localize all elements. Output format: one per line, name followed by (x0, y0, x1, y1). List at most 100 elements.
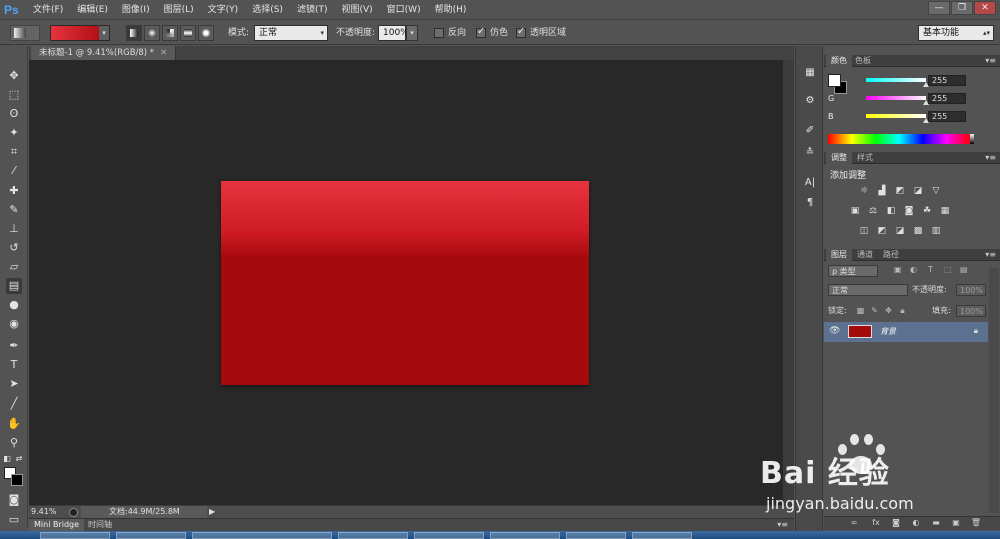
menu-help[interactable]: 帮助(H) (428, 0, 474, 20)
vibrance-icon[interactable]: ▽ (930, 186, 942, 197)
green-slider[interactable] (866, 96, 926, 100)
color-fg-swatch[interactable] (828, 74, 841, 87)
history-brush-tool-icon[interactable]: ↺ (6, 240, 22, 256)
hue-saturation-icon[interactable]: ▣ (849, 206, 861, 217)
gradient-picker[interactable]: ▾ (50, 25, 110, 41)
red-value-input[interactable]: 255 (928, 75, 966, 86)
blue-value-input[interactable]: 255 (928, 111, 966, 122)
lasso-tool-icon[interactable]: ʘ (6, 106, 22, 122)
canvas-area[interactable] (29, 60, 794, 505)
menu-select[interactable]: 选择(S) (245, 0, 290, 20)
opacity-input[interactable]: 100% (378, 25, 409, 41)
tool-preset-picker[interactable] (10, 25, 40, 41)
blue-slider[interactable] (866, 114, 926, 118)
status-menu-arrow-icon[interactable]: ▶ (209, 506, 215, 518)
lock-image-icon[interactable]: ✎ (870, 306, 879, 316)
background-color-swatch[interactable] (11, 474, 23, 486)
menu-type[interactable]: 文字(Y) (201, 0, 246, 20)
brightness-contrast-icon[interactable]: ☼ (858, 186, 870, 197)
posterize-icon[interactable]: ◩ (876, 226, 888, 237)
taskbar-item[interactable] (566, 532, 626, 539)
zoom-tool-icon[interactable]: ⚲ (6, 435, 22, 451)
filter-adjustment-icon[interactable]: ◐ (910, 265, 917, 274)
tab-color[interactable]: 颜色 (826, 55, 852, 67)
menu-window[interactable]: 窗口(W) (380, 0, 428, 20)
linear-gradient-button[interactable] (126, 25, 142, 41)
photo-filter-icon[interactable]: ◙ (903, 206, 915, 217)
status-info-icon[interactable] (69, 508, 78, 517)
brush-presets-icon[interactable]: ≛ (802, 146, 818, 160)
hand-tool-icon[interactable]: ✋ (6, 416, 22, 432)
exposure-icon[interactable]: ◪ (912, 186, 924, 197)
document-tab[interactable]: 未标题-1 @ 9.41%(RGB/8) * ✕ (31, 46, 177, 60)
layers-scrollbar[interactable] (989, 268, 999, 513)
tab-swatches[interactable]: 色板 (850, 55, 876, 67)
minimize-button[interactable]: — (928, 1, 950, 15)
pen-tool-icon[interactable]: ✒ (6, 338, 22, 354)
close-icon[interactable]: ✕ (160, 48, 167, 58)
character-panel-icon[interactable]: A| (802, 176, 818, 190)
panel-menu-icon[interactable]: ▾≡ (985, 249, 996, 260)
swap-colors-icon[interactable]: ⇄ (14, 451, 24, 467)
filter-shape-icon[interactable]: ⬚ (944, 265, 952, 274)
gradient-tool-icon[interactable]: ▤ (6, 278, 22, 294)
filter-smart-object-icon[interactable]: ▤ (960, 265, 968, 274)
zoom-level[interactable]: 9.41% (31, 506, 67, 518)
restore-button[interactable]: ❐ (951, 1, 973, 15)
menu-edit[interactable]: 编辑(E) (70, 0, 115, 20)
close-button[interactable]: ✕ (974, 1, 996, 15)
transparency-checkbox[interactable] (516, 26, 526, 38)
reverse-checkbox[interactable] (434, 28, 444, 38)
panel-menu-icon[interactable]: ▾≡ (985, 55, 996, 66)
crop-tool-icon[interactable]: ⌗ (6, 144, 22, 160)
color-spectrum-ramp[interactable] (828, 134, 970, 144)
tab-layers[interactable]: 图层 (826, 249, 852, 261)
reflected-gradient-button[interactable] (180, 25, 196, 41)
clone-stamp-tool-icon[interactable]: ⊥ (6, 221, 22, 237)
lock-position-icon[interactable]: ✥ (884, 306, 893, 316)
channel-mixer-icon[interactable]: ☘ (921, 206, 933, 217)
layer-row-background[interactable]: 👁︎ 背景 🔒︎ (824, 322, 988, 342)
canvas-document[interactable] (221, 181, 589, 385)
brush-panel-icon[interactable]: ✐ (802, 124, 818, 138)
taskbar-item[interactable] (490, 532, 560, 539)
menu-filter[interactable]: 滤镜(T) (290, 0, 335, 20)
filter-pixel-icon[interactable]: ▣ (894, 265, 902, 274)
healing-brush-tool-icon[interactable]: ✚ (6, 183, 22, 199)
fill-input[interactable]: 100% (956, 305, 986, 317)
marquee-tool-icon[interactable]: ⬚ (6, 87, 22, 103)
gradient-map-icon[interactable]: ▥ (930, 226, 942, 237)
color-balance-icon[interactable]: ⚖ (867, 206, 879, 217)
dither-checkbox[interactable] (476, 26, 486, 38)
invert-icon[interactable]: ◫ (858, 226, 870, 237)
color-ramp-bw[interactable] (970, 134, 974, 144)
tab-adjustments[interactable]: 调整 (826, 152, 852, 164)
dodge-tool-icon[interactable]: ◉ (6, 316, 22, 332)
blur-tool-icon[interactable]: ● (6, 297, 22, 313)
lock-all-icon[interactable]: 🔒︎ (898, 306, 907, 316)
taskbar-item[interactable] (632, 532, 692, 539)
curves-icon[interactable]: ◩ (894, 186, 906, 197)
taskbar-item[interactable] (192, 532, 332, 539)
properties-panel-icon[interactable]: ⚙ (802, 94, 818, 108)
chevron-down-icon[interactable]: ▾ (99, 26, 109, 40)
tab-paths[interactable]: 路径 (878, 249, 904, 261)
eraser-tool-icon[interactable]: ▱ (6, 259, 22, 275)
taskbar-item[interactable] (338, 532, 408, 539)
menu-layer[interactable]: 图层(L) (157, 0, 201, 20)
menu-file[interactable]: 文件(F) (26, 0, 70, 20)
move-tool-icon[interactable]: ✥ (6, 68, 22, 84)
opacity-dropdown-button[interactable]: ▾ (406, 25, 418, 41)
color-lookup-icon[interactable]: ▦ (939, 206, 951, 217)
levels-icon[interactable]: ▟ (876, 186, 888, 197)
radial-gradient-button[interactable] (144, 25, 160, 41)
eyedropper-tool-icon[interactable]: ⁄ (6, 163, 22, 179)
filter-type-icon[interactable]: T (928, 265, 933, 274)
line-tool-icon[interactable]: ╱ (6, 396, 22, 412)
menu-image[interactable]: 图像(I) (115, 0, 157, 20)
quick-mask-icon[interactable]: ◙ (6, 492, 22, 508)
default-colors-icon[interactable]: ◧ (2, 451, 12, 467)
menu-view[interactable]: 视图(V) (334, 0, 379, 20)
tab-styles[interactable]: 样式 (852, 152, 878, 164)
threshold-icon[interactable]: ◪ (894, 226, 906, 237)
